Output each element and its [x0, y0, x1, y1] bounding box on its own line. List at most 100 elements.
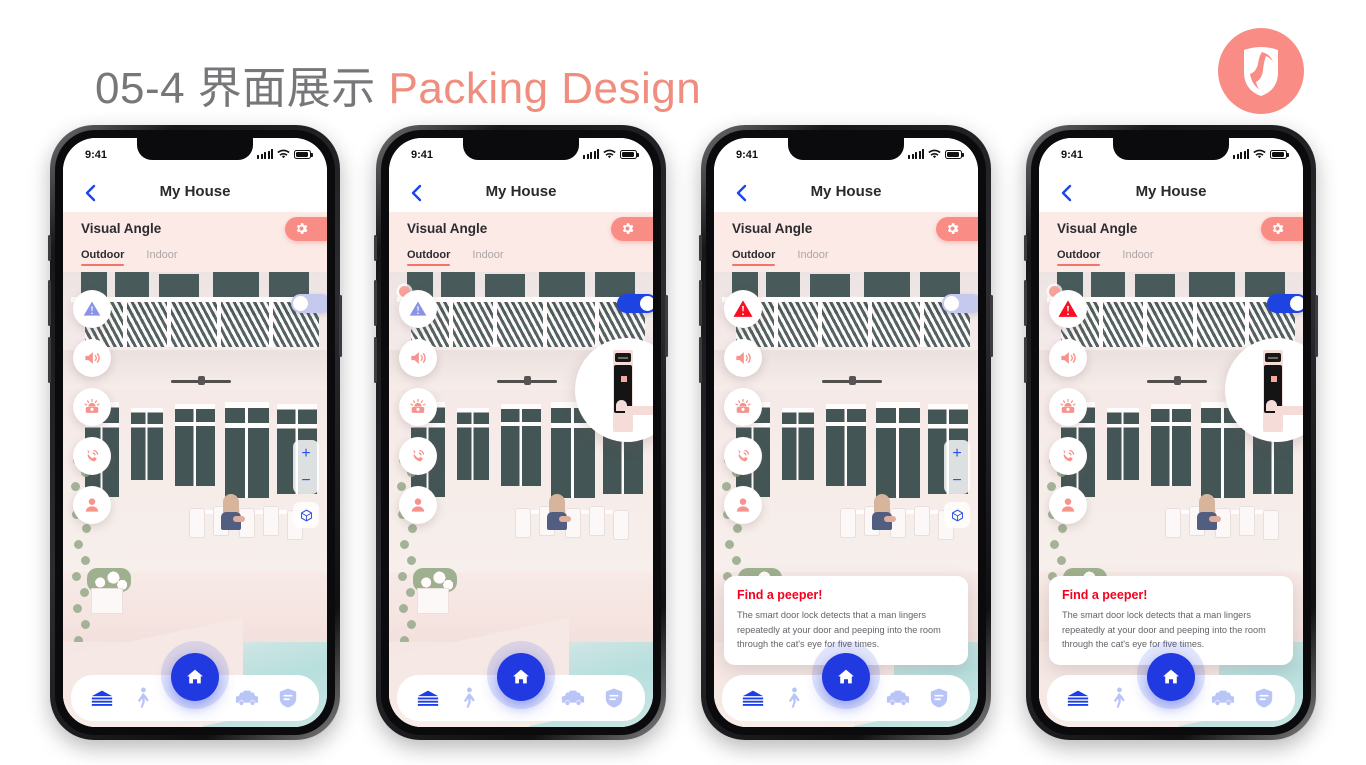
warning-button-active[interactable] — [1049, 290, 1087, 328]
settings-button[interactable] — [611, 217, 653, 241]
settings-button[interactable] — [285, 217, 327, 241]
tab-walk[interactable] — [1106, 685, 1132, 711]
battery-icon — [620, 149, 639, 159]
siren-button[interactable] — [1049, 388, 1087, 426]
3d-view-icon — [300, 509, 312, 521]
visual-angle-panel: Visual Angle Outdoor Indoor — [63, 212, 327, 272]
tab-outdoor[interactable]: Outdoor — [81, 249, 125, 266]
tab-car[interactable] — [885, 685, 911, 711]
page-title-en: Packing Design — [388, 64, 702, 113]
nav-title: My House — [485, 183, 557, 200]
visual-angle-toggle[interactable] — [291, 294, 327, 313]
control-rail — [73, 290, 111, 524]
tab-outdoor[interactable]: Outdoor — [732, 249, 776, 266]
settings-button[interactable] — [1261, 217, 1303, 241]
nav-title: My House — [810, 183, 882, 200]
tab-shield[interactable] — [275, 685, 301, 711]
camera-view: + − Find a peeper! The smart door lock d… — [714, 272, 978, 727]
tab-indoor[interactable]: Indoor — [472, 249, 503, 266]
warning-icon — [1058, 300, 1078, 317]
tab-car[interactable] — [1210, 685, 1236, 711]
control-rail — [724, 290, 762, 524]
zoom-in-button[interactable]: + — [944, 440, 970, 467]
person-button[interactable] — [73, 486, 111, 524]
settings-button[interactable] — [936, 217, 978, 241]
visual-angle-toggle[interactable] — [1267, 294, 1303, 313]
call-button[interactable] — [73, 437, 111, 475]
call-button[interactable] — [724, 437, 762, 475]
tab-indoor[interactable]: Indoor — [146, 249, 177, 266]
tab-indoor[interactable]: Indoor — [1122, 249, 1153, 266]
3d-view-button[interactable] — [293, 502, 319, 528]
warning-button[interactable] — [399, 290, 437, 328]
person-icon — [411, 498, 425, 512]
tab-shield[interactable] — [601, 685, 627, 711]
3d-view-icon — [951, 509, 963, 521]
tab-indoor[interactable]: Indoor — [797, 249, 828, 266]
siren-button[interactable] — [724, 388, 762, 426]
visual-angle-toggle[interactable] — [942, 294, 978, 313]
visual-angle-tabs: Outdoor Indoor — [81, 249, 178, 266]
home-fab[interactable] — [822, 653, 870, 701]
tab-home-building[interactable] — [1065, 685, 1091, 711]
house-icon — [187, 669, 203, 684]
speaker-button[interactable] — [73, 339, 111, 377]
panel-title: Visual Angle — [732, 221, 813, 236]
tab-car[interactable] — [234, 685, 260, 711]
panel-title: Visual Angle — [81, 221, 162, 236]
warning-button[interactable] — [73, 290, 111, 328]
siren-button[interactable] — [73, 388, 111, 426]
tab-walk[interactable] — [456, 685, 482, 711]
warning-icon — [83, 301, 101, 316]
home-fab[interactable] — [1147, 653, 1195, 701]
phone-mockup-1: 9:41 My House Visual Angle Outdoor Indoo… — [48, 125, 342, 740]
speaker-button[interactable] — [724, 339, 762, 377]
person-button[interactable] — [399, 486, 437, 524]
battery-icon — [1270, 149, 1289, 159]
siren-button[interactable] — [399, 388, 437, 426]
speaker-button[interactable] — [1049, 339, 1087, 377]
tab-walk[interactable] — [130, 685, 156, 711]
3d-view-button[interactable] — [944, 502, 970, 528]
notch — [463, 138, 579, 160]
tab-shield[interactable] — [1251, 685, 1277, 711]
phone-mockup-2: 9:41 My House Visual Angle Outdoor Indoo… — [374, 125, 668, 740]
cellular-icon — [908, 149, 924, 159]
person-button[interactable] — [724, 486, 762, 524]
zoom-in-button[interactable]: + — [293, 440, 319, 467]
warning-button-active[interactable] — [724, 290, 762, 328]
zoom-out-button[interactable]: − — [944, 467, 970, 494]
tab-car[interactable] — [560, 685, 586, 711]
phone-mockup-3: 9:41 My House Visual Angle Outdoor Indoo… — [699, 125, 993, 740]
tab-shield[interactable] — [926, 685, 952, 711]
visual-angle-toggle[interactable] — [617, 294, 653, 313]
call-button[interactable] — [1049, 437, 1087, 475]
person-button[interactable] — [1049, 486, 1087, 524]
siren-icon — [410, 398, 426, 413]
speaker-button[interactable] — [399, 339, 437, 377]
tab-outdoor[interactable]: Outdoor — [1057, 249, 1101, 266]
phone-screen-2: 9:41 My House Visual Angle Outdoor Indoo… — [389, 138, 653, 727]
visual-angle-panel: Visual Angle Outdoor Indoor — [1039, 212, 1303, 272]
speaker-icon — [736, 352, 751, 364]
cellular-icon — [257, 149, 273, 159]
status-time: 9:41 — [736, 149, 759, 161]
zoom-out-button[interactable]: − — [293, 467, 319, 494]
wifi-icon — [1253, 149, 1266, 159]
tab-home-building[interactable] — [415, 685, 441, 711]
nav-title: My House — [159, 183, 231, 200]
tab-outdoor[interactable]: Outdoor — [407, 249, 451, 266]
tab-walk[interactable] — [781, 685, 807, 711]
home-fab[interactable] — [171, 653, 219, 701]
warning-icon — [409, 301, 427, 316]
slide-canvas: 05-4 界面展示 Packing Design 9:41 My House V… — [0, 0, 1366, 765]
home-fab[interactable] — [497, 653, 545, 701]
gear-icon — [296, 223, 308, 234]
house-icon — [1163, 669, 1179, 684]
camera-view: + − — [63, 272, 327, 727]
notch — [788, 138, 904, 160]
tab-home-building[interactable] — [740, 685, 766, 711]
tab-home-building[interactable] — [89, 685, 115, 711]
call-button[interactable] — [399, 437, 437, 475]
siren-icon — [84, 398, 100, 413]
